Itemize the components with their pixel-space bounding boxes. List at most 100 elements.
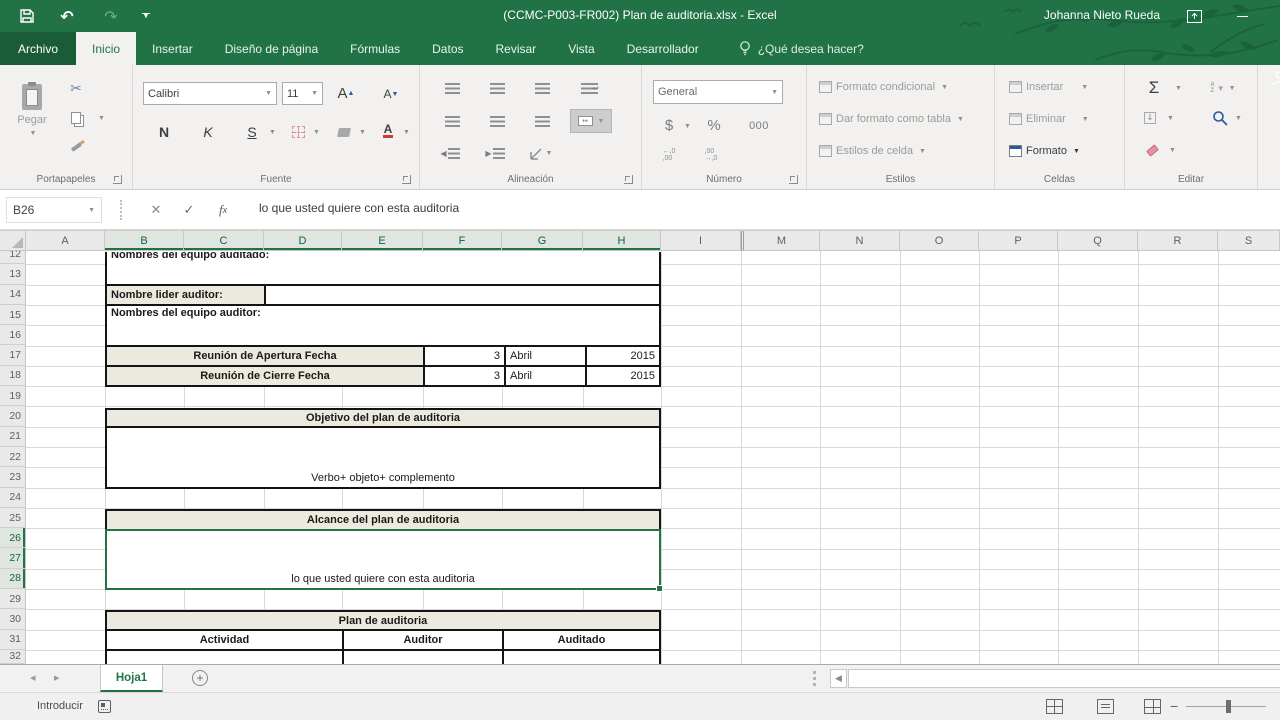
cut-button[interactable]: ✂ (66, 80, 86, 98)
tab-vista[interactable]: Vista (552, 32, 610, 65)
row-header-16[interactable]: 16 (0, 325, 26, 346)
cell-cierre-anio[interactable]: 2015 (585, 366, 659, 386)
italic-button[interactable]: K (197, 120, 219, 144)
clear-button[interactable] (1143, 143, 1161, 157)
increase-decimal-button[interactable]: ←,0,00 (656, 147, 682, 163)
increase-indent-button[interactable]: ▶ (483, 145, 507, 161)
portapapeles-dialog-launcher-icon[interactable] (113, 175, 122, 184)
column-header-I[interactable]: I (661, 231, 741, 251)
underline-dropdown-icon[interactable]: ▼ (269, 129, 276, 136)
cell-apertura-dia[interactable]: 3 (425, 347, 504, 365)
column-header-D[interactable]: D (264, 231, 342, 251)
insert-cells-button[interactable]: Insertar ▼ (1009, 81, 1088, 93)
cell-col-auditado[interactable]: Auditado (504, 631, 659, 649)
column-header-R[interactable]: R (1138, 231, 1218, 251)
comma-style-button[interactable]: 000 (746, 117, 772, 135)
column-header-G[interactable]: G (502, 231, 583, 251)
scroll-left-icon[interactable]: ◀ (830, 669, 847, 688)
cell-alcance-header[interactable]: Alcance del plan de auditoria (105, 508, 661, 530)
row-header-17[interactable]: 17 (0, 345, 26, 366)
increase-font-size-button[interactable]: A ▲ (333, 81, 359, 105)
row-plan-empty[interactable] (105, 651, 661, 664)
fill-color-dropdown-icon[interactable]: ▼ (359, 129, 366, 136)
format-cells-button[interactable]: Formato ▼ (1009, 145, 1080, 157)
numero-dialog-launcher-icon[interactable] (789, 175, 798, 184)
page-break-view-button[interactable] (1144, 699, 1161, 714)
cell-equipo-auditado[interactable]: Nombres del equipo auditado: (105, 252, 661, 286)
alineacion-dialog-launcher-icon[interactable] (624, 175, 633, 184)
font-name-combobox[interactable]: Calibri ▼ (143, 82, 277, 105)
cell-equipo-auditor[interactable]: Nombres del equipo auditor: (105, 305, 661, 347)
redo-button[interactable]: ↷ (100, 4, 122, 28)
column-header-P[interactable]: P (979, 231, 1058, 251)
cell-col-auditor[interactable]: Auditor (344, 630, 504, 649)
undo-button[interactable]: ↶ (56, 4, 78, 28)
row-header-14[interactable]: 14 (0, 284, 26, 305)
column-header-N[interactable]: N (820, 231, 900, 251)
sort-filter-button[interactable]: AZ ▼ ▼ (1209, 78, 1237, 98)
wrap-text-button[interactable]: ↩ (578, 78, 602, 98)
fill-handle[interactable] (656, 585, 663, 593)
align-left-button[interactable] (442, 113, 462, 129)
cell-apertura-label[interactable]: Reunión de Apertura Fecha (107, 346, 425, 365)
row-header-19[interactable]: 19 (0, 386, 26, 407)
name-box[interactable]: B26 ▼ (6, 197, 102, 223)
tab-formulas[interactable]: Fórmulas (334, 32, 416, 65)
orientation-button[interactable]: ▼ (528, 145, 554, 161)
cell-cierre-dia[interactable]: 3 (425, 367, 504, 385)
tab-insertar[interactable]: Insertar (136, 32, 209, 65)
row-header-23[interactable]: 23 (0, 467, 26, 488)
cell-col-actividad[interactable]: Actividad (107, 630, 344, 649)
row-header-28[interactable]: 28 (0, 568, 26, 590)
autosum-button[interactable]: Σ (1143, 77, 1165, 99)
active-cell-b26[interactable]: lo que usted quiere con esta auditoria (105, 529, 663, 593)
align-center-button[interactable] (487, 113, 507, 129)
format-as-table-button[interactable]: Dar formato como tabla ▼ (819, 113, 964, 125)
column-header-M[interactable]: M (741, 231, 820, 251)
decrease-indent-button[interactable]: ◀ (438, 145, 462, 161)
cell-styles-button[interactable]: Estilos de celda ▼ (819, 145, 926, 157)
borders-dropdown-icon[interactable]: ▼ (313, 129, 320, 136)
conditional-formatting-button[interactable]: Formato condicional ▼ (819, 81, 948, 93)
confirm-entry-button[interactable]: ✓ (176, 199, 202, 221)
row-header-22[interactable]: 22 (0, 446, 26, 468)
row-header-25[interactable]: 25 (0, 507, 26, 529)
accounting-format-button[interactable]: $ (660, 115, 678, 135)
tab-revisar[interactable]: Revisar (480, 32, 553, 65)
copy-dropdown-icon[interactable]: ▼ (98, 115, 105, 122)
fill-button[interactable]: ↓ (1141, 110, 1159, 126)
row-header-13[interactable]: 13 (0, 264, 26, 285)
merge-center-button[interactable]: ↔ ▼ (570, 109, 612, 133)
cell-lider-auditor-label[interactable]: Nombre lider auditor: (107, 285, 266, 304)
percent-style-button[interactable]: % (704, 115, 724, 135)
column-header-C[interactable]: C (184, 231, 264, 251)
decrease-decimal-button[interactable]: ,00 →,0 (698, 147, 724, 163)
underline-button[interactable]: S (241, 120, 263, 144)
minimize-button[interactable] (1232, 7, 1252, 25)
row-header-30[interactable]: 30 (0, 609, 26, 630)
page-layout-view-button[interactable] (1097, 699, 1114, 714)
column-header-H[interactable]: H (583, 231, 661, 251)
row-header-27[interactable]: 27 (0, 548, 26, 569)
column-header-E[interactable]: E (342, 231, 423, 251)
fill-color-button[interactable] (335, 124, 353, 140)
accounting-dropdown-icon[interactable]: ▼ (684, 123, 691, 130)
align-right-button[interactable] (532, 113, 552, 129)
sheet-tab-hoja1[interactable]: Hoja1 (100, 665, 163, 692)
tab-desarrollador[interactable]: Desarrollador (611, 32, 715, 65)
share-icon[interactable] (1271, 70, 1280, 91)
normal-view-button[interactable] (1046, 699, 1063, 714)
find-select-button[interactable] (1209, 107, 1231, 129)
cell-cierre-mes[interactable]: Abril (504, 366, 585, 386)
qat-customize-button[interactable]: ▼ (138, 4, 154, 28)
font-color-button[interactable]: A (379, 121, 397, 141)
align-middle-button[interactable] (487, 80, 507, 96)
formula-input[interactable]: lo que usted quiere con esta auditoria (259, 201, 459, 215)
row-header-24[interactable]: 24 (0, 487, 26, 508)
font-size-combobox[interactable]: 11 ▼ (282, 82, 323, 105)
cell-plan-header[interactable]: Plan de auditoria (105, 610, 661, 631)
save-button[interactable] (16, 4, 38, 28)
macro-record-icon[interactable] (98, 700, 111, 713)
formula-bar-splitter[interactable] (120, 200, 122, 220)
row-header-31[interactable]: 31 (0, 629, 26, 650)
